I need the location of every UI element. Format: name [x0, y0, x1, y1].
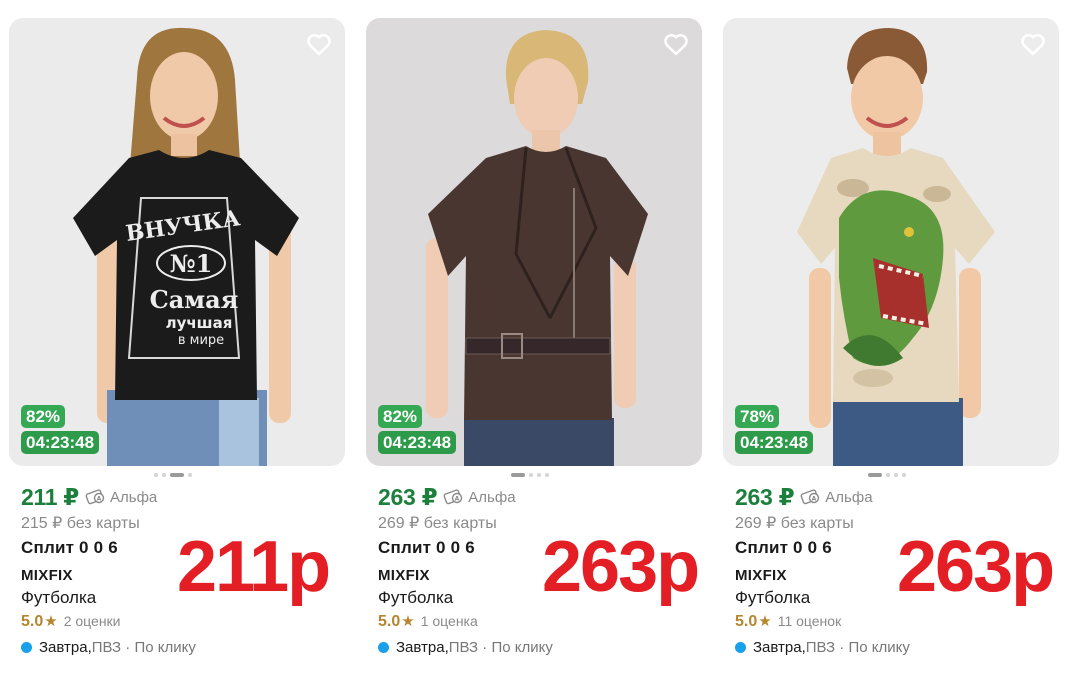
alfa-label: Альфа [825, 488, 873, 506]
product-image [723, 18, 1059, 466]
rating-count: 11 оценок [777, 613, 842, 629]
alfa-payment: А Альфа [85, 489, 157, 506]
pagination-dot[interactable] [154, 473, 158, 477]
delivery-dot-icon [21, 642, 32, 653]
rating: 5.0 ★ 1 оценка [378, 612, 702, 631]
svg-text:А: А [455, 496, 460, 503]
heart-icon[interactable] [1019, 30, 1047, 58]
price-annotation: 211р [177, 527, 331, 607]
delivery-date: Завтра, [39, 639, 92, 656]
product-info: 263 ₽ А Альфа 269 ₽ без карты Сплит 0 0 … [723, 483, 1059, 656]
timer-badge: 04:23:48 [735, 431, 814, 454]
rating-count: 1 оценка [420, 613, 478, 629]
rating: 5.0 ★ 2 оценки [21, 612, 345, 631]
delivery-dot-icon [735, 642, 746, 653]
delivery-method: ПВЗ · По клику [448, 639, 553, 656]
star-icon: ★ [44, 613, 58, 630]
delivery-date: Завтра, [396, 639, 449, 656]
product-photo[interactable]: 78% 04:23:48 [723, 18, 1059, 466]
photo-pagination[interactable] [715, 473, 1059, 477]
price-row: 263 ₽ А Альфа [378, 483, 702, 510]
rating-score: 5.0 [378, 613, 401, 630]
card-icon: А [443, 489, 463, 505]
heart-icon[interactable] [662, 30, 690, 58]
promo-badges: 78% 04:23:48 [735, 405, 814, 454]
price: 211 ₽ [21, 483, 79, 510]
promo-badges: 82% 04:23:48 [21, 405, 100, 454]
product-photo[interactable]: 82% 04:23:48 [366, 18, 702, 466]
price-row: 263 ₽ А Альфа [735, 483, 1059, 510]
svg-text:Самая: Самая [150, 285, 239, 314]
star-icon: ★ [758, 613, 772, 630]
rating-count: 2 оценки [63, 613, 121, 629]
svg-text:в мире: в мире [178, 333, 224, 348]
pagination-dot[interactable] [529, 473, 533, 477]
delivery-dot-icon [378, 642, 389, 653]
svg-text:А: А [97, 496, 102, 503]
discount-badge: 78% [735, 405, 780, 428]
product-image: ВНУЧКА №1 Самая лучшая в мире [9, 18, 345, 466]
pagination-dot[interactable] [902, 473, 906, 477]
heart-icon[interactable] [305, 30, 333, 58]
pagination-dot[interactable] [886, 473, 890, 477]
alfa-payment: А Альфа [800, 488, 873, 506]
product-card[interactable]: 78% 04:23:48 263 ₽ А Альфа 269 ₽ без кар… [723, 18, 1059, 678]
product-card[interactable]: 82% 04:23:48 263 ₽ А Альфа 269 ₽ без кар… [366, 18, 702, 678]
delivery-method: ПВЗ · По клику [805, 639, 910, 656]
price-annotation: 263р [542, 527, 700, 607]
product-info: 211 ₽ А Альфа 215 ₽ без карты Сплит 0 0 … [9, 483, 345, 656]
pagination-dot-active[interactable] [868, 473, 882, 477]
rating: 5.0 ★ 11 оценок [735, 612, 1059, 631]
pagination-dot[interactable] [537, 473, 541, 477]
product-card[interactable]: ВНУЧКА №1 Самая лучшая в мире 82% 04:23:… [9, 18, 345, 678]
card-icon: А [800, 489, 820, 505]
price: 263 ₽ [378, 483, 438, 510]
price-row: 211 ₽ А Альфа [21, 483, 345, 510]
delivery-date: Завтра, [753, 639, 806, 656]
timer-badge: 04:23:48 [21, 431, 100, 454]
pagination-dot[interactable] [894, 473, 898, 477]
photo-pagination[interactable] [1, 473, 345, 477]
rating-score: 5.0 [735, 613, 758, 630]
product-photo[interactable]: ВНУЧКА №1 Самая лучшая в мире 82% 04:23:… [9, 18, 345, 466]
svg-text:А: А [812, 496, 817, 503]
discount-badge: 82% [21, 405, 66, 428]
rating-score: 5.0 [21, 613, 44, 630]
pagination-dot[interactable] [188, 473, 192, 477]
price: 263 ₽ [735, 483, 795, 510]
pagination-dot-active[interactable] [170, 473, 184, 477]
delivery-info: Завтра, ПВЗ · По клику [735, 639, 1059, 656]
delivery-info: Завтра, ПВЗ · По клику [21, 639, 345, 656]
pagination-dot-active[interactable] [511, 473, 525, 477]
card-icon: А [85, 489, 105, 505]
svg-text:лучшая: лучшая [166, 314, 233, 332]
product-image [366, 18, 702, 466]
price-annotation: 263р [897, 527, 1055, 607]
product-info: 263 ₽ А Альфа 269 ₽ без карты Сплит 0 0 … [366, 483, 702, 656]
alfa-label: Альфа [468, 488, 516, 506]
delivery-method: ПВЗ · По клику [91, 639, 196, 656]
promo-badges: 82% 04:23:48 [378, 405, 457, 454]
delivery-info: Завтра, ПВЗ · По клику [378, 639, 702, 656]
timer-badge: 04:23:48 [378, 431, 457, 454]
svg-text:№1: №1 [170, 249, 213, 278]
pagination-dot[interactable] [162, 473, 166, 477]
alfa-label: Альфа [110, 488, 158, 506]
discount-badge: 82% [378, 405, 423, 428]
photo-pagination[interactable] [358, 473, 702, 477]
pagination-dot[interactable] [545, 473, 549, 477]
alfa-payment: А Альфа [443, 488, 516, 506]
star-icon: ★ [401, 613, 415, 630]
